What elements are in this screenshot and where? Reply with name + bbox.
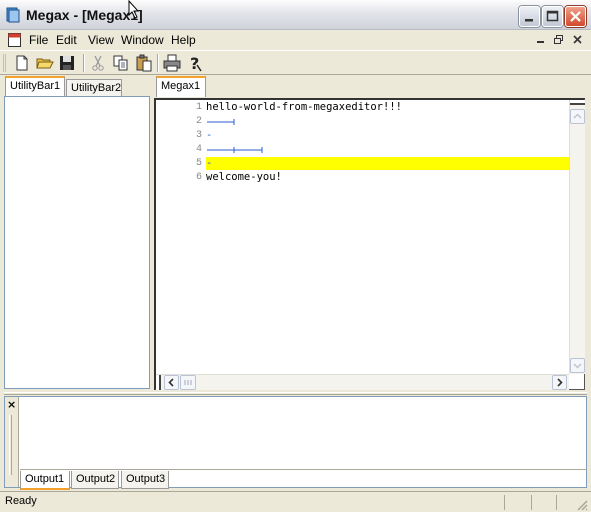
- chevron-right-icon: [557, 378, 563, 387]
- code-line-5[interactable]: -: [206, 157, 212, 169]
- scroll-up-button[interactable]: [570, 109, 585, 124]
- status-text: Ready: [5, 495, 37, 507]
- document-icon[interactable]: [7, 31, 23, 48]
- menu-edit[interactable]: Edit: [52, 32, 81, 48]
- line-number: 5: [195, 158, 202, 169]
- current-line-highlight: [206, 157, 569, 170]
- scroll-thumb[interactable]: [180, 375, 196, 390]
- menu-window[interactable]: Window: [117, 32, 168, 48]
- menu-bar: File Edit View Window Help: [0, 30, 591, 50]
- output-panel-gripper[interactable]: ×: [5, 397, 19, 487]
- tab-output3[interactable]: Output3: [121, 471, 169, 489]
- tab-output1[interactable]: Output1: [20, 471, 70, 490]
- splitter-handle[interactable]: [156, 375, 161, 390]
- maximize-icon: [546, 10, 559, 22]
- chevron-down-icon: [573, 363, 582, 369]
- app-icon: [6, 7, 20, 23]
- chevron-up-icon: [573, 113, 582, 119]
- vertical-scrollbar[interactable]: [569, 100, 585, 374]
- tab-megax1[interactable]: Megax1: [156, 76, 206, 97]
- tab-marker: [207, 147, 263, 153]
- horizontal-scrollbar[interactable]: [156, 374, 569, 390]
- cut-icon[interactable]: [88, 53, 108, 73]
- toolbar: ?: [0, 50, 591, 75]
- divider: [20, 469, 587, 470]
- line-number: 6: [195, 172, 202, 183]
- minimize-icon: [525, 19, 533, 22]
- paste-icon[interactable]: [134, 53, 154, 73]
- print-icon[interactable]: [162, 53, 182, 73]
- mdi-close-icon[interactable]: [572, 34, 584, 46]
- line-number: 2: [195, 116, 202, 127]
- open-folder-icon[interactable]: [35, 53, 55, 73]
- status-cell: [556, 495, 574, 510]
- scroll-right-button[interactable]: [552, 375, 567, 390]
- mdi-minimize-icon[interactable]: [535, 34, 547, 46]
- maximize-button[interactable]: [542, 6, 563, 27]
- menu-view[interactable]: View: [84, 32, 118, 48]
- svg-text:?: ?: [190, 54, 199, 73]
- chevron-left-icon: [168, 378, 174, 387]
- splitter-bar[interactable]: [4, 392, 587, 395]
- line-number: 4: [195, 144, 202, 155]
- code-editor[interactable]: 1 hello-world-from-megaxeditor!!! 2 3 - …: [154, 98, 585, 390]
- scroll-left-button[interactable]: [164, 375, 179, 390]
- gripper-bar: [9, 415, 12, 475]
- utility-bar-panel: [4, 96, 150, 389]
- new-file-icon[interactable]: [12, 53, 32, 73]
- status-bar: Ready: [0, 491, 591, 512]
- minimize-button[interactable]: [519, 6, 540, 27]
- help-icon[interactable]: ?: [185, 53, 205, 73]
- menu-file[interactable]: File: [25, 32, 52, 48]
- grip-icon: [184, 380, 192, 385]
- window-title: Megax - [Megax1]: [26, 7, 143, 23]
- scroll-down-button[interactable]: [570, 358, 585, 373]
- output-close-button[interactable]: ×: [7, 398, 16, 411]
- status-cell: [504, 495, 530, 510]
- tab-output2[interactable]: Output2: [71, 471, 119, 489]
- tab-utilitybar2[interactable]: UtilityBar2: [66, 79, 122, 97]
- tab-marker: [207, 119, 235, 125]
- copy-icon[interactable]: [111, 53, 131, 73]
- save-icon[interactable]: [57, 53, 77, 73]
- code-line-3[interactable]: -: [206, 129, 212, 141]
- splitter-handle[interactable]: [570, 100, 585, 105]
- tab-utilitybar1[interactable]: UtilityBar1: [5, 76, 65, 97]
- code-line-6[interactable]: welcome-you!: [206, 171, 282, 183]
- menu-help[interactable]: Help: [167, 32, 200, 48]
- code-line-1[interactable]: hello-world-from-megaxeditor!!!: [206, 101, 402, 113]
- line-number: 3: [195, 130, 202, 141]
- resize-grip-icon[interactable]: [575, 498, 589, 512]
- status-cell: [531, 495, 555, 510]
- close-icon: [570, 11, 581, 22]
- line-number: 1: [195, 102, 202, 113]
- mouse-cursor-icon: [128, 0, 140, 19]
- mdi-restore-icon[interactable]: [553, 34, 565, 46]
- title-bar[interactable]: Megax - [Megax1]: [0, 0, 591, 30]
- close-button[interactable]: [565, 6, 586, 27]
